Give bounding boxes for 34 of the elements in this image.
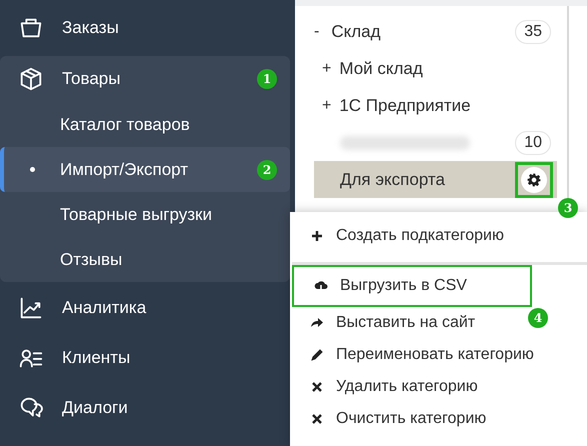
expand-toggle[interactable]: + bbox=[322, 94, 332, 118]
menu-item[interactable]: Создать подкатегорию bbox=[290, 220, 512, 252]
count-pill: 35 bbox=[515, 20, 551, 44]
chart-line-icon bbox=[18, 295, 44, 321]
sidebar-subitem[interactable]: Каталог товаров bbox=[0, 102, 290, 147]
step-number-badge: 1 bbox=[257, 69, 277, 89]
category-row[interactable]: + Мой склад bbox=[314, 50, 557, 87]
expand-toggle[interactable]: + bbox=[322, 56, 332, 80]
tree-row[interactable]: 10 bbox=[314, 124, 557, 161]
box-icon bbox=[18, 66, 44, 92]
step-number-badge: 2 bbox=[257, 160, 277, 180]
sidebar-subitem[interactable]: Импорт/Экспорт 2 bbox=[0, 147, 290, 192]
close-icon bbox=[310, 412, 324, 426]
collapse-toggle[interactable]: - bbox=[314, 20, 320, 44]
category-row[interactable]: Для экспорта bbox=[314, 161, 557, 198]
sidebar-item[interactable]: Товары 1 bbox=[0, 56, 290, 102]
pencil-icon bbox=[310, 348, 324, 362]
category-label: Мой склад bbox=[339, 58, 423, 80]
category-label: Склад bbox=[331, 20, 381, 43]
count-pill: 10 bbox=[515, 130, 551, 154]
settings-button[interactable] bbox=[515, 162, 553, 198]
share-arrow-icon bbox=[310, 316, 324, 330]
sidebar-subitem[interactable]: Отзывы bbox=[0, 237, 290, 282]
sidebar-item[interactable]: Заказы bbox=[0, 4, 295, 52]
category-row[interactable]: - Склад 35 bbox=[314, 13, 557, 50]
category-row[interactable]: + 1С Предприятие bbox=[314, 87, 557, 124]
menu-item[interactable]: Выгрузить в CSV bbox=[292, 265, 532, 307]
category-label: 1С Предприятие bbox=[339, 94, 471, 117]
bullet-icon bbox=[30, 167, 35, 172]
plus-icon bbox=[310, 229, 324, 243]
settings-icon bbox=[527, 172, 541, 186]
close-icon bbox=[310, 380, 324, 394]
category-label: Для экспорта bbox=[340, 168, 445, 191]
sidebar-subitem[interactable]: Товарные выгрузки bbox=[0, 192, 290, 237]
